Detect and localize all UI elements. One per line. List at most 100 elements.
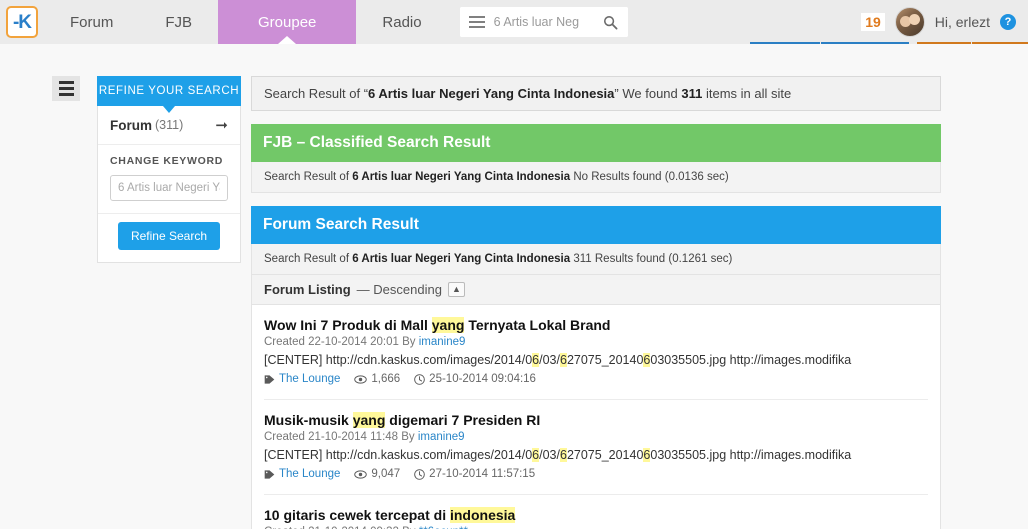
underline-blue-1	[750, 42, 820, 44]
forum-listing-label: Forum Listing	[264, 282, 351, 297]
underline-gap-left	[0, 42, 750, 44]
result-title-pre: 10 gitaris cewek tercepat di	[264, 507, 450, 523]
sidebar-toggle-button[interactable]	[52, 76, 80, 101]
tag-icon	[264, 374, 275, 384]
result-tag-link[interactable]: The Lounge	[279, 373, 340, 385]
search-icon[interactable]	[593, 7, 628, 37]
header-user-area: 19 Hi, erlezt ?	[861, 0, 1028, 44]
snippet-highlight: 6	[559, 448, 567, 462]
search-result-summary: Search Result of “6 Artis luar Negeri Ya…	[251, 76, 941, 111]
forum-results-list: Wow Ini 7 Produk di Mall yang Ternyata L…	[251, 305, 941, 529]
summary-suffix: items in all site	[702, 86, 792, 101]
forum-listing-bar: Forum Listing — Descending ▲	[251, 275, 941, 305]
result-time: 27-10-2014 11:57:15	[414, 468, 535, 480]
header-spacer	[628, 0, 862, 44]
result-title[interactable]: 10 gitaris cewek tercepat di indonesia	[264, 507, 928, 523]
result-snippet: [CENTER] http://cdn.kaskus.com/images/20…	[264, 353, 928, 367]
result-views: 9,047	[354, 468, 400, 480]
change-keyword-label: CHANGE KEYWORD	[110, 155, 224, 167]
main-nav: Forum FJB Groupee Radio	[44, 0, 448, 44]
result-views-count: 1,666	[371, 373, 401, 385]
by-label: By	[398, 336, 419, 348]
result-title-pre: Musik-musik	[264, 412, 353, 428]
tag-icon	[264, 469, 275, 479]
avatar[interactable]	[894, 7, 925, 37]
created-date: 21-10-2014 11:48	[308, 431, 399, 443]
snippet-part: [CENTER] http://cdn.kaskus.com/images/20…	[264, 353, 533, 367]
underline-blue-2	[821, 42, 909, 44]
by-label: By	[398, 431, 418, 443]
result-author-link[interactable]: imanine9	[419, 336, 466, 348]
change-keyword-block: CHANGE KEYWORD	[98, 145, 240, 213]
fjb-note-query: 6 Artis luar Negeri Yang Cinta Indonesia	[352, 171, 571, 183]
created-label: Created	[264, 431, 309, 443]
created-label: Created	[264, 336, 309, 348]
table-row[interactable]: Musik-musik yang digemari 7 Presiden RI …	[264, 400, 928, 495]
page-body: REFINE YOUR SEARCH Forum (311) ➞ CHANGE …	[0, 44, 1028, 529]
nav-item-fjb[interactable]: FJB	[139, 0, 218, 44]
nav-label-fjb: FJB	[165, 13, 193, 31]
result-created: Created 21-10-2014 11:48 By imanine9	[264, 431, 928, 443]
sidebar: REFINE YOUR SEARCH Forum (311) ➞ CHANGE …	[97, 76, 241, 529]
result-time-value: 27-10-2014 11:57:15	[429, 468, 536, 480]
result-snippet: [CENTER] http://cdn.kaskus.com/images/20…	[264, 448, 928, 462]
nav-item-forum[interactable]: Forum	[44, 0, 139, 44]
summary-query: 6 Artis luar Negeri Yang Cinta Indonesia	[368, 86, 615, 101]
nav-item-radio[interactable]: Radio	[356, 0, 447, 44]
logo-container[interactable]: -K	[0, 0, 44, 44]
forum-note-prefix: Search Result of	[264, 253, 353, 265]
help-icon[interactable]: ?	[1000, 14, 1016, 30]
result-created: Created 22-10-2014 20:01 By imanine9	[264, 336, 928, 348]
result-title-highlight: indonesia	[449, 507, 516, 523]
snippet-part: 27075_20140	[566, 448, 644, 462]
nav-label-groupee: Groupee	[258, 13, 317, 31]
fjb-note-suffix: No Results found (0.0136 sec)	[570, 171, 729, 183]
chevron-up-icon[interactable]: ▲	[447, 282, 465, 297]
nav-item-groupee[interactable]: Groupee	[218, 0, 357, 44]
header-search-group	[459, 7, 628, 37]
change-keyword-input[interactable]	[110, 175, 228, 201]
arrow-right-icon: ➞	[215, 117, 228, 134]
top-header: -K Forum FJB Groupee Radio 19	[0, 0, 1028, 44]
snippet-part: 03035505.jpg http://images.modifika	[650, 448, 852, 462]
sidebar-body: Forum (311) ➞ CHANGE KEYWORD Refine Sear…	[97, 106, 241, 263]
result-tag[interactable]: The Lounge	[264, 373, 340, 385]
result-title-highlight: yang	[431, 317, 465, 333]
result-title[interactable]: Wow Ini 7 Produk di Mall yang Ternyata L…	[264, 317, 928, 333]
underline-gap-mid	[909, 42, 917, 44]
fjb-section-note: Search Result of 6 Artis luar Negeri Yan…	[251, 162, 941, 193]
user-greeting[interactable]: Hi, erlezt	[935, 14, 990, 30]
result-tag[interactable]: The Lounge	[264, 468, 340, 480]
result-title-post: digemari 7 Presiden RI	[385, 412, 541, 428]
main-content: Search Result of “6 Artis luar Negeri Ya…	[251, 76, 941, 529]
table-row[interactable]: 10 gitaris cewek tercepat di indonesia C…	[264, 495, 928, 529]
forum-section-bar: Forum Search Result	[251, 206, 941, 244]
summary-count: 311	[681, 86, 703, 101]
snippet-highlight: 6	[559, 353, 567, 367]
eye-icon	[354, 374, 368, 384]
refine-your-search-header[interactable]: REFINE YOUR SEARCH	[97, 76, 241, 113]
underline-orange-2	[972, 42, 1028, 44]
result-title[interactable]: Musik-musik yang digemari 7 Presiden RI	[264, 412, 928, 428]
hamburger-icon[interactable]	[459, 7, 494, 37]
table-row[interactable]: Wow Ini 7 Produk di Mall yang Ternyata L…	[264, 305, 928, 400]
result-title-pre: Wow Ini 7 Produk di Mall	[264, 317, 432, 333]
result-author-link[interactable]: imanine9	[418, 431, 465, 443]
refine-button-row: Refine Search	[98, 213, 240, 262]
snippet-part: 03035505.jpg http://images.modifika	[650, 353, 852, 367]
notification-count-badge[interactable]: 19	[861, 13, 885, 31]
result-title-highlight: yang	[352, 412, 386, 428]
refine-search-button[interactable]: Refine Search	[117, 222, 221, 250]
result-views-count: 9,047	[371, 468, 401, 480]
sidebar-forum-count: (311)	[155, 118, 184, 132]
result-time-value: 25-10-2014 09:04:16	[429, 373, 536, 385]
forum-note-query: 6 Artis luar Negeri Yang Cinta Indonesia	[352, 253, 571, 265]
search-input[interactable]	[493, 7, 594, 37]
fjb-section-bar: FJB – Classified Search Result	[251, 124, 941, 162]
created-date: 22-10-2014 20:01	[308, 336, 399, 348]
underline-orange-1	[917, 42, 971, 44]
forum-section-note: Search Result of 6 Artis luar Negeri Yan…	[251, 244, 941, 275]
nav-label-forum: Forum	[70, 13, 114, 31]
result-tag-link[interactable]: The Lounge	[279, 468, 340, 480]
kaskus-logo[interactable]: -K	[6, 6, 38, 38]
